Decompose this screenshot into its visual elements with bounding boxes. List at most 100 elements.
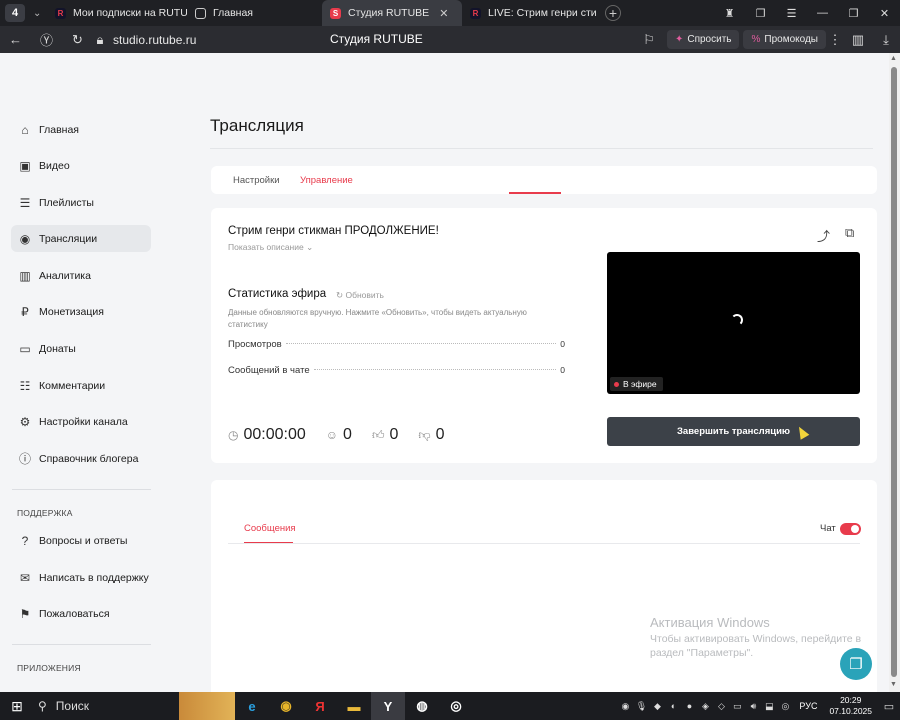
ruble-icon: ₽ [21,304,29,319]
bookmark-icon[interactable]: ⚐ [635,32,663,48]
sidebar-item-write-support[interactable]: ✉ Написать в поддержку [11,564,151,591]
windows-start-icon[interactable]: ⊞ [0,698,34,715]
support-section-title: ПОДДЕРЖКА [17,508,73,518]
yandex-icon[interactable]: Ⓨ [31,30,62,49]
playlist-icon: ☰ [19,195,31,210]
ask-button[interactable]: ✦ Спросить [666,30,740,49]
profile-icon[interactable]: ♜ [714,7,745,20]
more-icon[interactable]: ⋮ [826,32,844,48]
refresh-button[interactable]: ↻ Обновить [336,290,384,301]
page-title: Трансляция [210,116,304,135]
tray-app-icon[interactable]: ◎ [777,701,793,712]
promo-button[interactable]: % Промокоды [743,30,826,49]
chrome-icon[interactable]: ◉ [269,692,303,720]
scroll-up-icon[interactable]: ▲ [890,55,897,62]
tab-subscriptions[interactable]: R Мои подписки на RUTUBE [47,0,187,26]
chat-toggle-label: Чат [820,523,836,534]
lock-icon: 🔒︎ [96,31,104,47]
tab-live[interactable]: R LIVE: Стрим генри стикм [462,0,597,26]
tray-app-icon[interactable]: ● [681,701,697,711]
yandex-browser-icon[interactable]: Y [371,692,405,720]
sidebar-item-label: Донаты [39,342,76,355]
input-language[interactable]: РУС [799,701,817,711]
tab-messages[interactable]: Сообщения [244,523,296,534]
tab-home[interactable]: Главная [187,0,322,26]
sidebar-item-label: Комментарии [39,379,106,392]
user-icon: ☺ [325,428,339,442]
stream-title: Стрим генри стикман ПРОДОЛЖЕНИЕ! [228,225,439,237]
end-broadcast-button[interactable]: Завершить трансляцию [607,417,860,446]
menu-icon[interactable]: ☰ [776,7,807,20]
tray-app-icon[interactable]: ◇ [713,701,729,712]
system-tray: ◉ 🎙︎ ◆ ◐ ● ◈ ◇ ▭ 🔊︎ ⬓ ◎ РУС 20:29 07.10.… [617,692,900,720]
back-icon[interactable]: ← [0,32,31,47]
duration-metric: ◷ 00:00:00 [228,426,306,444]
tab-management[interactable]: Управление [300,175,353,186]
percent-icon: % [751,34,761,45]
external-link-icon[interactable]: ⧉ [845,225,854,241]
close-window-icon[interactable]: ✕ [869,7,900,20]
video-player[interactable]: В эфире [607,252,860,394]
tray-app-icon[interactable]: ◈ [697,701,713,712]
yandex-browser-logo[interactable]: 4 [5,4,25,22]
scroll-down-icon[interactable]: ▼ [890,681,897,688]
tray-app-icon[interactable]: ◆ [649,701,665,712]
sidebar-item-channel-settings[interactable]: ⚙ Настройки канала [11,408,151,435]
tray-app-icon[interactable]: ◉ [617,701,633,712]
volume-icon[interactable]: 🔊︎ [745,701,761,712]
explorer-icon[interactable]: ▬ [337,692,371,720]
sidebar-item-broadcasts[interactable]: ◉ Трансляции [11,225,151,252]
sidebar-item-report[interactable]: ⚑ Пожаловаться [11,600,151,627]
yandex-icon[interactable]: Я [303,692,337,720]
tray-app-icon[interactable]: ⬓ [761,701,777,712]
show-description-link[interactable]: Показать описание ⌄ [228,242,313,253]
activation-watermark-title: Активация Windows [650,615,770,630]
clock-icon: ◷ [228,428,239,442]
sidebar-item-analytics[interactable]: ▥ Аналитика [11,262,151,289]
share-icon[interactable]: ⤴ [817,226,830,245]
tabs-card: Настройки Управление [211,166,877,194]
stat-label: Сообщений в чате [228,365,310,376]
collections-icon[interactable]: ❐ [745,7,776,20]
sidebar-item-playlists[interactable]: ☰ Плейлисты [11,189,151,216]
minimize-icon[interactable]: — [807,7,838,19]
network-icon[interactable]: ▭ [729,701,745,712]
sidebar-item-comments[interactable]: ☷ Комментарии [11,372,151,399]
restore-icon[interactable]: ❐ [838,7,869,20]
obs-icon[interactable]: ◎ [439,692,473,720]
taskbar-clock[interactable]: 20:29 07.10.2025 [829,695,872,717]
taskbar-search[interactable]: ⚲ Поиск [34,692,179,720]
sidebar-item-video[interactable]: ▣ Видео [11,152,151,179]
url-field[interactable]: studio.rutube.ru [113,33,196,47]
title-divider [210,148,873,149]
download-icon[interactable]: ⤓ [872,32,900,48]
chat-toggle[interactable] [840,523,861,535]
close-tab-icon[interactable]: ✕ [439,7,448,20]
address-bar: ← Ⓨ ↻ 🔒︎ studio.rutube.ru Студия RUTUBE … [0,26,900,53]
sidebar-divider [12,489,151,490]
weather-widget[interactable] [179,692,235,720]
sidebar-item-blogger-guide[interactable]: ⓘ Справочник блогера [11,445,151,472]
loading-spinner-icon [731,314,743,326]
tabs-menu-icon[interactable]: ⌄ [33,8,47,19]
new-tab-button[interactable]: + [605,5,621,21]
sidebar-item-faq[interactable]: ? Вопросы и ответы [11,527,151,554]
sidebar-item-donates[interactable]: ▭ Донаты [11,335,151,362]
edge-icon[interactable]: e [235,692,269,720]
stat-label: Просмотров [228,339,282,350]
page-scrollbar[interactable]: ▲ ▼ [889,53,900,692]
reload-icon[interactable]: ↻ [62,32,93,48]
tab-settings[interactable]: Настройки [233,175,280,186]
sidebar-item-label: Трансляции [39,232,98,245]
app-icon[interactable]: ◍ [405,692,439,720]
support-chat-button[interactable]: ❐ [840,648,872,680]
tab-studio[interactable]: S Студия RUTUBE ✕ [322,0,462,26]
tray-app-icon[interactable]: ◐ [665,701,681,711]
sidebar-item-monetization[interactable]: ₽ Монетизация [11,298,151,325]
sidebar-item-home[interactable]: ⌂ Главная [11,116,151,143]
mic-icon[interactable]: 🎙︎ [633,701,649,712]
chat-bubble-icon: ❐ [849,656,863,673]
scrollbar-thumb[interactable] [891,67,897,677]
sidebar-toggle-icon[interactable]: ▥ [844,32,872,48]
notifications-icon[interactable]: ▭ [878,700,900,713]
